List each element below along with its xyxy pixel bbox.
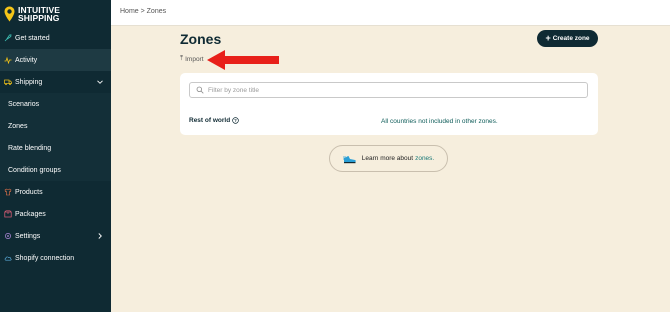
sidebar-item-shopify-connection[interactable]: Shopify connection — [0, 247, 111, 269]
create-zone-button[interactable]: + Create zone — [537, 30, 598, 47]
sidebar-item-settings[interactable]: Settings — [0, 225, 111, 247]
zone-row-name[interactable]: Rest of world ? — [189, 117, 239, 124]
zone-filter-input[interactable] — [208, 86, 568, 94]
sidebar-item-label: Activity — [15, 56, 38, 64]
sidebar-item-label: Products — [15, 188, 43, 196]
brand-name: INTUITIVE SHIPPING — [18, 5, 60, 23]
cloud-icon — [4, 256, 12, 261]
sidebar-item-label: Packages — [15, 210, 46, 218]
activity-icon — [4, 56, 12, 64]
learn-more-pill[interactable]: Learn more about zones. — [329, 145, 448, 172]
sidebar-subitem-scenarios[interactable]: Scenarios — [0, 93, 111, 115]
sidebar-item-label: Scenarios — [8, 100, 40, 108]
package-icon — [4, 210, 12, 218]
shirt-icon — [4, 188, 12, 196]
sidebar-subitem-zones[interactable]: Zones — [0, 115, 111, 137]
brand-logo[interactable]: INTUITIVE SHIPPING — [4, 3, 104, 25]
sidebar-item-activity[interactable]: Activity — [0, 49, 111, 71]
plus-icon: + — [545, 33, 551, 43]
zones-card: Rest of world ? All countries not includ… — [180, 73, 598, 135]
help-icon[interactable]: ? — [232, 117, 239, 124]
brand-line2: SHIPPING — [18, 13, 60, 23]
sidebar-item-label: Rate blending — [8, 144, 52, 152]
sidebar-item-shipping[interactable]: Shipping — [0, 71, 111, 93]
annotation-arrow-icon — [207, 50, 279, 70]
top-bar: Home > Zones — [111, 0, 670, 26]
chevron-right-icon — [98, 233, 102, 239]
sidebar-item-get-started[interactable]: Get started — [0, 27, 111, 49]
sidebar-subitem-condition-groups[interactable]: Condition groups — [0, 159, 111, 181]
import-label: Import — [185, 55, 204, 63]
sidebar-item-packages[interactable]: Packages — [0, 203, 111, 225]
sidebar-item-label: Settings — [15, 232, 41, 240]
zone-row-description: All countries not included in other zone… — [381, 118, 498, 125]
learn-more-text: Learn more about — [361, 155, 414, 162]
sidebar-nav: Get started Activity Shipping Scenarios … — [0, 27, 111, 269]
zone-filter[interactable] — [189, 82, 588, 98]
breadcrumb[interactable]: Home > Zones — [120, 8, 166, 15]
sidebar: INTUITIVE SHIPPING Get started Activity … — [0, 0, 111, 312]
import-link[interactable]: ⤒ Import — [180, 55, 204, 63]
shipping-submenu: Scenarios Zones Rate blending Condition … — [0, 93, 111, 181]
chevron-down-icon — [97, 80, 103, 84]
sidebar-item-label: Zones — [8, 122, 28, 130]
sidebar-item-label: Condition groups — [8, 166, 61, 174]
upload-icon: ⤒ — [180, 55, 184, 62]
sidebar-item-label: Shopify connection — [15, 254, 75, 262]
zone-name-label: Rest of world — [189, 117, 231, 124]
create-zone-label: Create zone — [552, 35, 590, 42]
learn-more-link[interactable]: zones. — [415, 155, 434, 162]
sidebar-item-label: Get started — [15, 34, 50, 42]
truck-icon — [4, 79, 12, 86]
search-icon — [196, 86, 204, 94]
location-pin-icon — [4, 6, 15, 22]
sidebar-item-products[interactable]: Products — [0, 181, 111, 203]
sidebar-item-label: Shipping — [15, 78, 43, 86]
svg-text:?: ? — [234, 118, 237, 123]
sneaker-icon — [342, 155, 356, 163]
rocket-icon — [4, 34, 12, 42]
sidebar-subitem-rate-blending[interactable]: Rate blending — [0, 137, 111, 159]
page-title: Zones — [180, 31, 222, 47]
gear-icon — [5, 233, 11, 239]
